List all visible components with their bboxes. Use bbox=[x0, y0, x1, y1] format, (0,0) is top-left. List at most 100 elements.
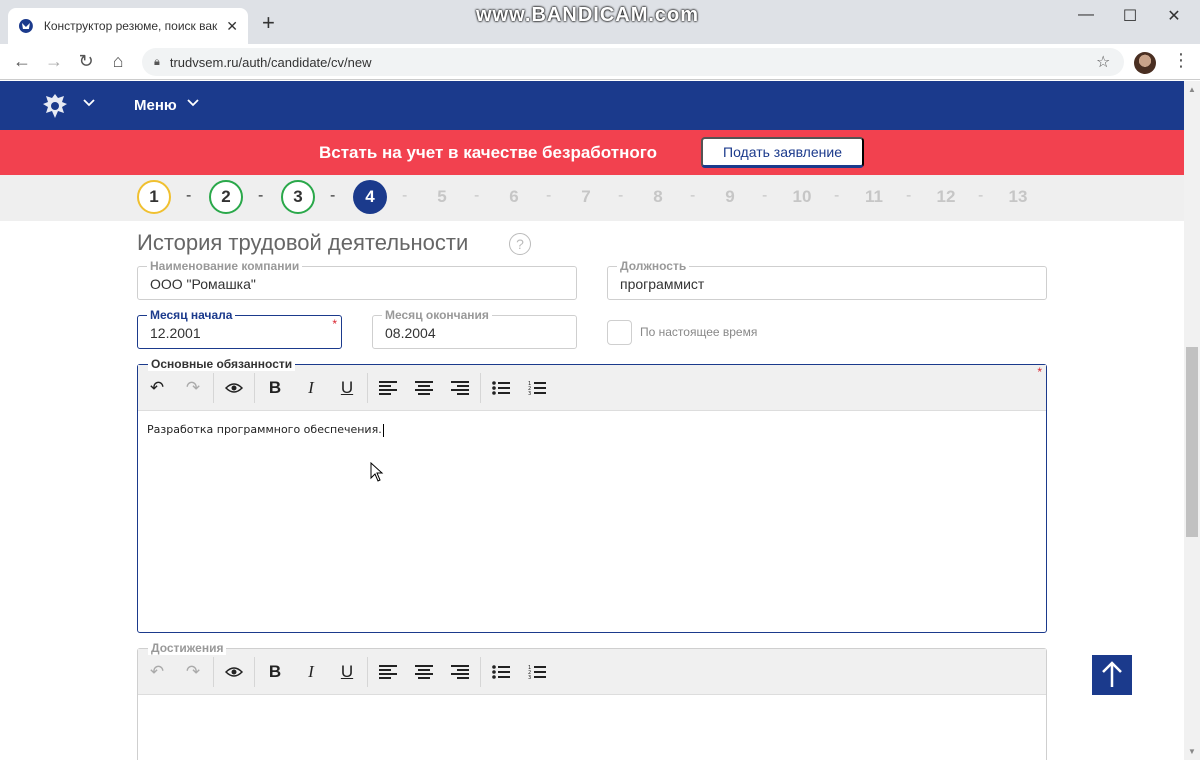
duties-editor: Основные обязанности * ↶ ↷ B I U 123 Раз… bbox=[137, 357, 1047, 633]
minimize-icon[interactable]: — bbox=[1076, 6, 1096, 24]
step-12: 12 bbox=[936, 187, 956, 206]
undo-icon[interactable]: ↶ bbox=[146, 661, 168, 683]
align-center-icon[interactable] bbox=[413, 661, 435, 683]
duties-label: Основные обязанности bbox=[148, 357, 296, 371]
editor-toolbar: ↶ ↷ B I U 123 bbox=[138, 365, 1046, 411]
new-tab-button[interactable]: + bbox=[262, 12, 275, 34]
toolbar-divider bbox=[254, 657, 255, 687]
help-icon[interactable]: ? bbox=[509, 233, 531, 255]
unemployment-banner: Встать на учет в качестве безработного П… bbox=[0, 130, 1184, 175]
start-month-field[interactable]: Месяц начала 12.2001 * bbox=[137, 308, 342, 349]
step-separator: - bbox=[834, 187, 840, 204]
italic-icon[interactable]: I bbox=[300, 377, 322, 399]
achievements-label: Достижения bbox=[148, 641, 227, 655]
present-checkbox-label: По настоящее время bbox=[640, 325, 758, 339]
menu-button[interactable]: Меню bbox=[134, 97, 177, 114]
align-left-icon[interactable] bbox=[377, 661, 399, 683]
duties-text-area[interactable]: Разработка программного обеспечения. bbox=[147, 423, 384, 437]
align-right-icon[interactable] bbox=[449, 377, 471, 399]
numbered-list-icon[interactable]: 123 bbox=[526, 377, 548, 399]
recording-watermark: www.BANDICAM.com bbox=[476, 4, 700, 26]
underline-icon[interactable]: U bbox=[336, 661, 358, 683]
scroll-up-icon[interactable]: ▲ bbox=[1188, 85, 1196, 94]
address-bar[interactable]: 🔒︎ trudvsem.ru/auth/candidate/cv/new bbox=[142, 48, 1124, 76]
align-right-icon[interactable] bbox=[449, 661, 471, 683]
numbered-list-icon[interactable]: 123 bbox=[526, 661, 548, 683]
end-month-field[interactable]: Месяц окончания 08.2004 bbox=[372, 308, 577, 349]
company-value: ООО "Ромашка" bbox=[150, 276, 256, 292]
achievements-editor: Достижения ↶ ↷ B I U 123 bbox=[137, 641, 1047, 760]
step-separator: - bbox=[546, 187, 552, 204]
menu-chevron-down-icon[interactable] bbox=[186, 95, 200, 109]
scroll-down-icon[interactable]: ▼ bbox=[1188, 747, 1196, 756]
step-separator: - bbox=[186, 187, 192, 204]
back-arrow-icon[interactable]: ← bbox=[12, 52, 32, 70]
align-left-icon[interactable] bbox=[377, 377, 399, 399]
coat-of-arms-icon[interactable] bbox=[40, 91, 70, 121]
browser-toolbar: ← → ↻ ⌂ 🔒︎ trudvsem.ru/auth/candidate/cv… bbox=[0, 44, 1200, 80]
step-3[interactable]: 3 bbox=[281, 180, 315, 214]
browser-tab[interactable]: Конструктор резюме, поиск вак ✕ bbox=[8, 8, 248, 44]
align-center-icon[interactable] bbox=[413, 377, 435, 399]
toolbar-divider bbox=[213, 373, 214, 403]
text-caret bbox=[382, 423, 384, 437]
mouse-pointer-icon bbox=[370, 462, 384, 482]
position-value: программист bbox=[620, 276, 705, 292]
bold-icon[interactable]: B bbox=[264, 377, 286, 399]
company-field[interactable]: Наименование компании ООО "Ромашка" bbox=[137, 259, 577, 300]
toolbar-divider bbox=[367, 657, 368, 687]
step-6: 6 bbox=[509, 187, 519, 206]
toolbar-divider bbox=[480, 373, 481, 403]
italic-icon[interactable]: I bbox=[300, 661, 322, 683]
page-scrollbar[interactable]: ▲ ▼ bbox=[1184, 81, 1200, 760]
step-separator: - bbox=[690, 187, 696, 204]
redo-icon[interactable]: ↷ bbox=[182, 661, 204, 683]
profile-avatar[interactable] bbox=[1134, 52, 1156, 74]
step-1[interactable]: 1 bbox=[137, 180, 171, 214]
step-10: 10 bbox=[792, 187, 812, 206]
bullet-list-icon[interactable] bbox=[490, 661, 512, 683]
end-month-value: 08.2004 bbox=[385, 325, 436, 341]
toolbar-divider bbox=[367, 373, 368, 403]
position-field[interactable]: Должность программист bbox=[607, 259, 1047, 300]
duties-text: Разработка программного обеспечения. bbox=[147, 423, 382, 436]
maximize-icon[interactable]: ☐ bbox=[1120, 6, 1140, 26]
start-month-label: Месяц начала bbox=[147, 308, 236, 322]
reload-icon[interactable]: ↻ bbox=[76, 52, 96, 70]
redo-icon[interactable]: ↷ bbox=[182, 377, 204, 399]
forward-arrow-icon[interactable]: → bbox=[44, 52, 64, 70]
submit-application-button[interactable]: Подать заявление bbox=[701, 137, 864, 168]
present-checkbox[interactable] bbox=[607, 320, 632, 345]
toolbar-divider bbox=[254, 373, 255, 403]
browser-tab-bar: Конструктор резюме, поиск вак ✕ + www.BA… bbox=[0, 0, 1200, 44]
underline-icon[interactable]: U bbox=[336, 377, 358, 399]
page-title: История трудовой деятельности bbox=[137, 230, 469, 255]
step-separator: - bbox=[402, 187, 408, 204]
toolbar-divider bbox=[480, 657, 481, 687]
svg-text:3: 3 bbox=[528, 391, 531, 395]
bookmark-star-icon[interactable]: ☆ bbox=[1096, 52, 1110, 72]
undo-icon[interactable]: ↶ bbox=[146, 377, 168, 399]
step-9: 9 bbox=[725, 187, 735, 206]
tab-title: Конструктор резюме, поиск вак bbox=[43, 19, 218, 33]
site-favicon-icon bbox=[18, 19, 33, 33]
arrow-up-icon bbox=[1102, 661, 1122, 687]
home-icon[interactable]: ⌂ bbox=[108, 52, 128, 70]
required-marker: * bbox=[332, 317, 337, 331]
browser-menu-icon[interactable]: ⋮ bbox=[1172, 50, 1190, 71]
scrollbar-thumb[interactable] bbox=[1186, 347, 1198, 537]
step-4[interactable]: 4 bbox=[353, 180, 387, 214]
editor-toolbar: ↶ ↷ B I U 123 bbox=[138, 649, 1046, 695]
toolbar-divider bbox=[213, 657, 214, 687]
bullet-list-icon[interactable] bbox=[490, 377, 512, 399]
step-2[interactable]: 2 bbox=[209, 180, 243, 214]
step-8: 8 bbox=[653, 187, 663, 206]
tab-close-icon[interactable]: ✕ bbox=[226, 18, 238, 35]
preview-eye-icon[interactable] bbox=[223, 377, 245, 399]
scroll-to-top-button[interactable] bbox=[1092, 655, 1132, 695]
chevron-down-icon[interactable] bbox=[82, 95, 96, 109]
preview-eye-icon[interactable] bbox=[223, 661, 245, 683]
window-close-icon[interactable]: ✕ bbox=[1164, 6, 1184, 26]
bold-icon[interactable]: B bbox=[264, 661, 286, 683]
step-7: 7 bbox=[581, 187, 591, 206]
